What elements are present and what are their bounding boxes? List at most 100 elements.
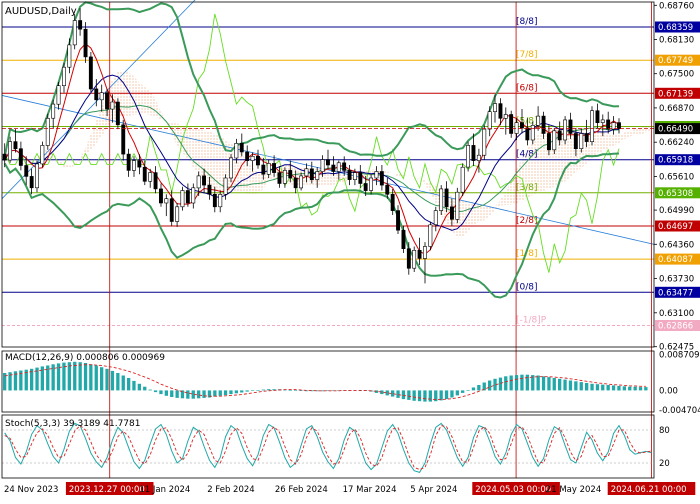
candle-body	[449, 206, 454, 220]
level-price-tag-text: 0.67139	[658, 89, 693, 99]
macd-histogram-bar	[547, 377, 551, 391]
candle-body	[261, 164, 266, 175]
macd-histogram-bar	[105, 368, 109, 391]
candle-body	[525, 127, 530, 141]
macd-histogram-bar	[477, 385, 481, 391]
candle-body	[229, 157, 233, 179]
macd-histogram-bar	[412, 390, 416, 401]
candle-body	[304, 168, 309, 177]
candle-body	[352, 172, 357, 181]
level-price-tag-text: 0.62866	[658, 322, 693, 332]
macd-histogram-bar	[170, 390, 174, 397]
candle-body	[390, 194, 395, 211]
candle-body	[552, 130, 557, 151]
macd-histogram-bar	[100, 367, 104, 391]
macd-histogram-bar	[628, 386, 632, 391]
candle-body	[202, 175, 206, 186]
macd-histogram-bar	[568, 380, 573, 391]
macd-histogram-bar	[78, 362, 82, 391]
candle-body	[191, 187, 196, 204]
candle-body	[385, 184, 390, 195]
candle-body	[611, 122, 616, 130]
candle-body	[584, 133, 589, 142]
candle-body	[24, 165, 29, 177]
macd-histogram-bar	[601, 384, 605, 391]
murray-level-label: [6/8]	[516, 83, 538, 93]
candle-body	[563, 119, 568, 141]
candle-body	[99, 92, 104, 101]
candle-body	[207, 184, 212, 195]
murray-level-label: [8/8]	[516, 17, 538, 27]
price-axis-label: 0.63100	[659, 309, 694, 319]
candle-body	[272, 163, 276, 173]
candle-body	[18, 148, 23, 166]
candle-body	[347, 170, 352, 180]
stoch-label: Stoch(5,3,3) 39.3189 41.7781	[5, 419, 140, 429]
candle-body	[493, 103, 497, 112]
candle-body	[487, 111, 492, 130]
macd-histogram-bar	[579, 382, 583, 391]
macd-histogram-bar	[574, 381, 578, 391]
level-price-tag-text: 0.68359	[658, 23, 693, 33]
candle-body	[299, 175, 303, 189]
candle-body	[503, 114, 508, 119]
candle-body	[568, 119, 573, 134]
candle-body	[185, 190, 190, 204]
time-axis-label: 2023.12.27 00:00	[69, 485, 145, 495]
candle-body	[132, 160, 136, 171]
macd-histogram-bar	[143, 386, 147, 391]
macd-histogram-bar	[175, 390, 179, 398]
macd-histogram-bar	[644, 387, 648, 391]
macd-histogram-bar	[218, 390, 222, 396]
macd-histogram-bar	[558, 378, 562, 391]
macd-histogram-bar	[132, 380, 136, 391]
candle-body	[417, 250, 422, 259]
candle-body	[105, 92, 110, 110]
macd-histogram-bar	[595, 384, 600, 391]
macd-axis-label: -0.004704	[659, 406, 700, 416]
macd-histogram-bar	[633, 386, 637, 391]
level-price-tag-text: 0.64697	[658, 222, 693, 232]
candle-body	[61, 66, 66, 86]
candle-body	[358, 172, 363, 184]
macd-histogram-bar	[153, 390, 158, 393]
candle-body	[460, 166, 465, 193]
candle-body	[164, 198, 169, 204]
macd-histogram-bar	[617, 385, 621, 391]
level-price-tag-text: 0.65308	[658, 189, 693, 199]
candle-body	[94, 88, 99, 101]
macd-histogram-bar	[223, 390, 228, 395]
candle-body	[579, 133, 584, 149]
macd-histogram-bar	[585, 383, 589, 391]
macd-histogram-bar	[127, 378, 131, 391]
candle-body	[169, 198, 174, 222]
macd-histogram-bar	[563, 379, 567, 391]
murray-level-label: [7/8]	[516, 50, 538, 60]
stoch-axis-label: 20	[659, 459, 670, 469]
macd-histogram-bar	[606, 385, 610, 391]
candle-body	[142, 166, 147, 182]
macd-histogram-bar	[234, 390, 238, 394]
candle-body	[8, 141, 12, 161]
macd-histogram-bar	[110, 370, 115, 391]
candle-body	[455, 191, 460, 220]
symbol-label: AUDUSD,Daily	[5, 6, 77, 17]
macd-histogram-bar	[552, 378, 556, 391]
level-price-tag-text: 0.67749	[658, 56, 693, 66]
macd-histogram-bar	[294, 390, 298, 391]
candle-body	[45, 118, 50, 146]
candle-body	[616, 122, 621, 129]
time-axis-label: 21 May 2024	[546, 485, 601, 495]
candle-body	[29, 176, 34, 189]
macd-histogram-bar	[498, 377, 503, 391]
candle-body	[212, 194, 217, 208]
level-price-tag-text: 0.63477	[658, 288, 693, 298]
price-axis-label: 0.65610	[659, 172, 694, 182]
macd-histogram-bar	[240, 390, 244, 393]
murray-level-label: [3/8]	[516, 183, 538, 193]
macd-histogram-bar	[590, 383, 594, 391]
macd-histogram-bar	[116, 373, 120, 391]
macd-histogram-bar	[229, 390, 233, 395]
time-axis-label: 11 Jan 2024	[139, 485, 190, 495]
time-axis-label: 26 Feb 2024	[275, 485, 328, 495]
